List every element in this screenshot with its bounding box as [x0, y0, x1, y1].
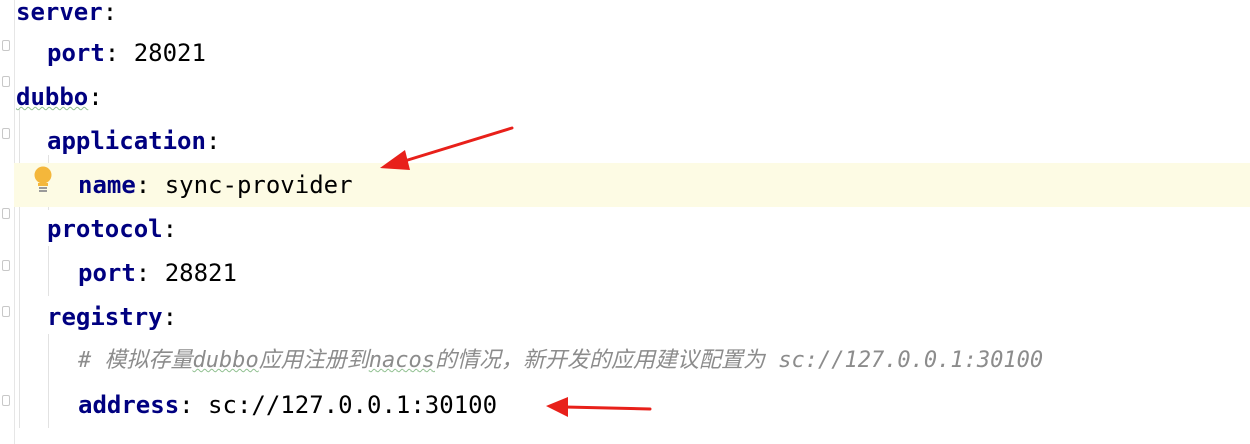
yaml-value: 28821 — [150, 259, 237, 287]
comment-text: dubbo — [192, 348, 259, 373]
fold-marker-icon[interactable] — [2, 208, 10, 219]
yaml-colon: : — [162, 303, 178, 331]
comment-text: 的情况，新开发的应用建议配置为 sc://127.0.0.1:30100 — [434, 348, 1044, 373]
yaml-key: dubbo — [16, 83, 89, 111]
code-line[interactable]: address: sc://127.0.0.1:30100 — [14, 383, 1250, 427]
yaml-key: application — [47, 127, 206, 155]
code-line[interactable]: server: — [14, 0, 1250, 34]
yaml-value: sync-provider — [150, 171, 353, 199]
fold-marker-icon[interactable] — [2, 76, 10, 87]
fold-marker-icon[interactable] — [2, 395, 10, 406]
yaml-colon: : — [88, 83, 103, 111]
yaml-colon: : — [104, 39, 120, 67]
code-line[interactable]: port: 28821 — [14, 251, 1250, 295]
yaml-key: port — [78, 259, 136, 287]
code-line-highlighted[interactable]: name: sync-provider — [14, 163, 1250, 207]
intention-bulb-icon[interactable] — [32, 166, 54, 194]
code-line[interactable]: protocol: — [14, 207, 1250, 251]
yaml-comment: # 模拟存量dubbo应用注册到nacos的情况，新开发的应用建议配置为 sc:… — [78, 348, 1043, 373]
fold-marker-icon[interactable] — [2, 128, 10, 139]
yaml-value: 28021 — [119, 39, 206, 67]
yaml-key: address — [78, 391, 180, 419]
yaml-value: sc://127.0.0.1:30100 — [193, 391, 498, 419]
code-line[interactable]: port: 28021 — [14, 31, 1250, 75]
comment-text: 应用注册到 — [258, 348, 369, 373]
yaml-colon: : — [179, 391, 194, 419]
code-line[interactable]: dubbo: — [14, 75, 1250, 119]
yaml-colon: : — [102, 0, 118, 26]
yaml-key: protocol — [47, 215, 163, 243]
yaml-colon: : — [205, 127, 221, 155]
comment-text: nacos — [368, 348, 435, 373]
yaml-colon: : — [135, 259, 151, 287]
yaml-key: server — [16, 0, 103, 26]
editor-gutter — [0, 0, 15, 444]
yaml-key: name — [78, 171, 136, 199]
comment-text: # 模拟存量 — [78, 348, 193, 373]
code-line[interactable]: application: — [14, 119, 1250, 163]
yaml-key: registry — [47, 303, 163, 331]
code-line[interactable]: registry: — [14, 295, 1250, 339]
fold-marker-icon[interactable] — [2, 40, 10, 51]
fold-marker-icon[interactable] — [2, 260, 10, 271]
yaml-colon: : — [162, 215, 178, 243]
code-line-comment[interactable]: # 模拟存量dubbo应用注册到nacos的情况，新开发的应用建议配置为 sc:… — [14, 339, 1250, 383]
fold-marker-icon[interactable] — [2, 306, 10, 317]
yaml-key: port — [47, 39, 105, 67]
yaml-colon: : — [135, 171, 151, 199]
